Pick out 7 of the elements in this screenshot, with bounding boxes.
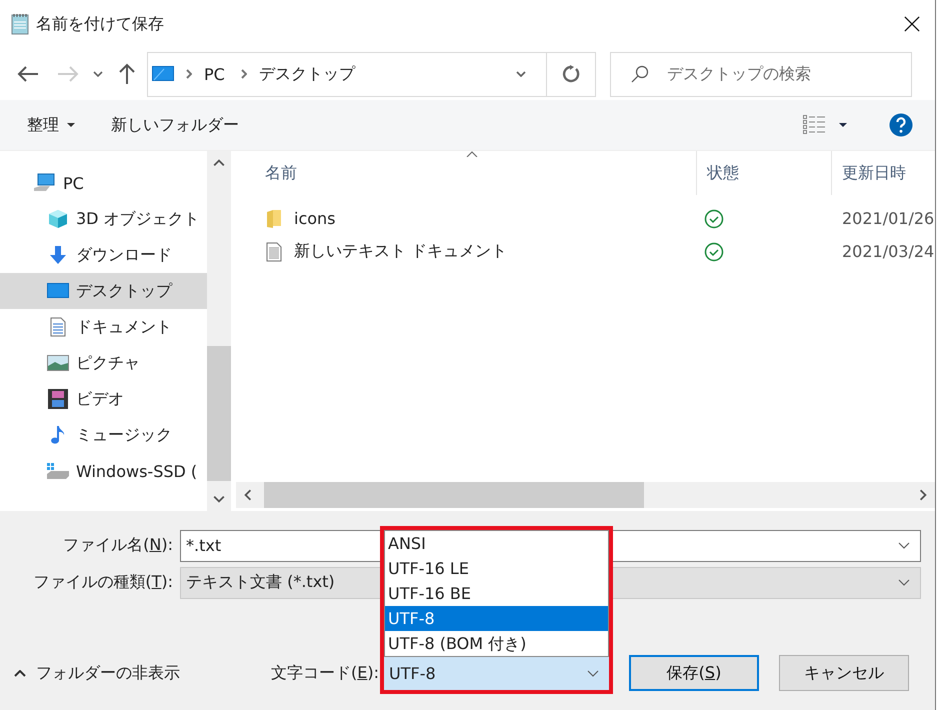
- window-title: 名前を付けて保存: [36, 14, 164, 34]
- modified-date: 2021/03/24: [842, 242, 934, 261]
- field-label: ファイル名(N):: [62, 535, 174, 556]
- modified-date: 2021/01/26: [842, 209, 934, 228]
- field-label: ファイルの種類(T):: [32, 572, 174, 593]
- field-label: 文字コード(E):: [270, 662, 380, 684]
- search-placeholder: デスクトップの検索: [667, 64, 811, 84]
